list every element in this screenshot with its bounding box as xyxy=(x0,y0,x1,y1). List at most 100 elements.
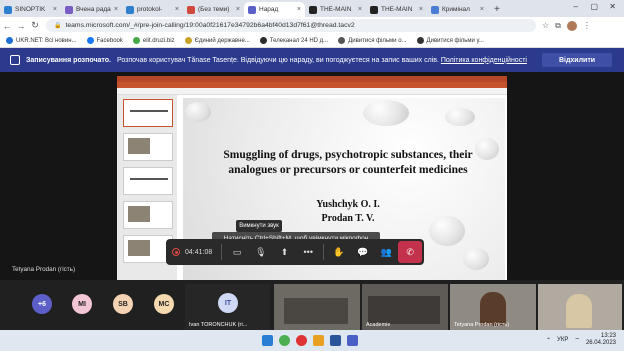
privacy-policy-link[interactable]: Політика конфіденційності xyxy=(441,57,527,64)
system-tray: ⌃ УКР ⌔ 13:23 26.04.2023 xyxy=(546,333,616,347)
hand-icon: ✋ xyxy=(333,246,345,257)
banner-title: Записування розпочато. xyxy=(26,56,111,64)
bookmark-item[interactable]: elit.druzi.biz xyxy=(132,37,175,44)
language-indicator[interactable]: УКР xyxy=(557,337,568,343)
camera-button[interactable]: ▭ xyxy=(225,239,249,265)
tab-close-icon[interactable]: × xyxy=(236,6,240,13)
profile-avatar[interactable] xyxy=(566,20,577,31)
video-people xyxy=(368,296,440,324)
bookmark-item[interactable]: Єдиний державне... xyxy=(184,37,250,44)
raise-hand-button[interactable]: ✋ xyxy=(327,239,351,265)
new-tab-button[interactable]: + xyxy=(488,2,506,17)
slide-thumb xyxy=(123,133,173,161)
wifi-icon[interactable]: ⌔ xyxy=(574,336,580,344)
menu-icon[interactable]: ⋮ xyxy=(583,21,591,30)
clock-time: 13:23 xyxy=(600,333,616,339)
decline-button[interactable]: Відхилити xyxy=(542,53,612,67)
overflow-participants[interactable]: +6 xyxy=(32,294,52,314)
clock[interactable]: 13:23 26.04.2023 xyxy=(586,333,616,347)
tab-close-icon[interactable]: × xyxy=(175,6,179,13)
recording-icon xyxy=(10,55,20,65)
clock-date: 26.04.2023 xyxy=(585,340,616,346)
url-field[interactable]: 🔒 teams.microsoft.com/_#/pre-join-callin… xyxy=(46,19,536,32)
tray-chevron-icon[interactable]: ⌃ xyxy=(546,337,551,344)
bookmark-favicon-icon xyxy=(86,37,94,44)
back-icon[interactable]: ← xyxy=(0,21,14,31)
lock-icon: 🔒 xyxy=(54,23,62,29)
favicon-icon xyxy=(126,5,134,14)
tab-close-icon[interactable]: × xyxy=(480,6,484,13)
banner-message: Розпочав користувач Tănase Tasențe. Відв… xyxy=(116,56,439,64)
bookmark-label: elit.druzi.biz xyxy=(142,37,175,44)
forward-icon[interactable]: → xyxy=(14,21,28,31)
participant-avatar[interactable]: MI xyxy=(72,294,92,314)
self-name-label: Tetyana Prodan (гість) xyxy=(12,266,76,273)
maximize-button[interactable]: ▢ xyxy=(590,2,598,11)
bookmarks-bar: UKR.NET: Всі новин... Facebook elit.druzi.… xyxy=(0,34,624,48)
bookmark-item[interactable]: Facebook xyxy=(86,37,123,44)
tab-close-icon[interactable]: × xyxy=(358,6,362,13)
divider xyxy=(323,244,325,260)
browser-tab[interactable]: Кримінал × xyxy=(427,2,488,17)
participant-video[interactable]: Tetyana Prodan (гість) xyxy=(450,284,536,330)
folder-icon[interactable] xyxy=(313,335,324,346)
favicon-icon xyxy=(248,5,256,14)
participant-video[interactable] xyxy=(538,284,622,330)
bookmark-item[interactable]: UKR.NET: Всі новин... xyxy=(6,37,77,44)
bookmark-item[interactable]: Телеканал 24 HD д... xyxy=(259,37,328,44)
more-button[interactable]: ••• xyxy=(296,239,320,265)
tab-close-icon[interactable]: × xyxy=(114,6,118,13)
share-button[interactable]: ⬆ xyxy=(273,239,297,265)
browser-tab[interactable]: THE-MAIN × xyxy=(305,2,366,17)
chat-button[interactable]: 💬 xyxy=(351,239,375,265)
bookmark-favicon-icon xyxy=(338,37,346,44)
teams-icon[interactable] xyxy=(347,335,358,346)
reload-icon[interactable]: ↻ xyxy=(28,20,42,31)
participant-avatar[interactable]: SB xyxy=(113,294,133,314)
water-drop xyxy=(445,108,475,126)
os-taskbar: ⌃ УКР ⌔ 13:23 26.04.2023 xyxy=(0,330,624,351)
participant-video[interactable]: Academie xyxy=(362,284,448,330)
browser-tab[interactable]: Вчена рада × xyxy=(61,2,122,17)
tab-close-icon[interactable]: × xyxy=(53,6,57,13)
bookmark-item[interactable]: Дивитися фільми у... xyxy=(416,37,484,44)
tab-close-icon[interactable]: × xyxy=(419,6,423,13)
browser-tab[interactable]: SINOPTIK × xyxy=(0,2,61,17)
browser-tab[interactable]: Нарад × xyxy=(244,2,305,17)
share-icon: ⬆ xyxy=(280,246,289,257)
participant-video[interactable] xyxy=(274,284,360,330)
extensions-icon[interactable]: ⧉ xyxy=(555,21,561,31)
start-icon[interactable] xyxy=(262,335,273,346)
participant-avatar[interactable]: MC xyxy=(154,294,174,314)
star-icon[interactable]: ☆ xyxy=(542,21,549,30)
participant-name: Academie xyxy=(366,322,391,328)
tab-close-icon[interactable]: × xyxy=(297,6,301,13)
mic-button[interactable]: 🎙 xyxy=(249,239,273,265)
call-timer: 04:41:08 xyxy=(166,248,218,256)
ppt-ribbon xyxy=(117,88,507,95)
browser-tab[interactable]: protokol- × xyxy=(122,2,183,17)
bookmark-label: UKR.NET: Всі новин... xyxy=(16,37,77,44)
window-close-button[interactable]: ✕ xyxy=(609,2,616,11)
participants-button[interactable]: 👥 xyxy=(375,239,399,265)
thumb-text xyxy=(130,110,168,112)
slide-thumb xyxy=(123,99,173,127)
participant-name: Tetyana Prodan (гість) xyxy=(454,322,510,328)
slide-title: Smuggling of drugs, psychotropic substan… xyxy=(223,149,473,176)
participants-strip: +6 MI SB MC IT Ivan TORONCHUK (гі... Acade… xyxy=(0,280,624,330)
favicon-icon xyxy=(431,5,439,14)
opera-icon[interactable] xyxy=(296,335,307,346)
participant-tile[interactable]: IT Ivan TORONCHUK (гі... xyxy=(185,284,270,330)
bookmark-item[interactable]: Дивитися фільми о... xyxy=(338,37,407,44)
water-drop xyxy=(363,100,409,126)
minimize-button[interactable]: – xyxy=(574,2,578,11)
leave-call-button[interactable]: ✆ xyxy=(398,241,422,263)
tab-label: SINOPTIK xyxy=(15,6,46,13)
browser-tab[interactable]: (Без теми) × xyxy=(183,2,244,17)
chrome-icon[interactable] xyxy=(279,335,290,346)
bookmark-label: Facebook xyxy=(96,37,123,44)
word-icon[interactable] xyxy=(330,335,341,346)
browser-tab[interactable]: THE-MAIN × xyxy=(366,2,427,17)
tab-label: protokol- xyxy=(137,6,163,13)
favicon-icon xyxy=(65,5,73,14)
